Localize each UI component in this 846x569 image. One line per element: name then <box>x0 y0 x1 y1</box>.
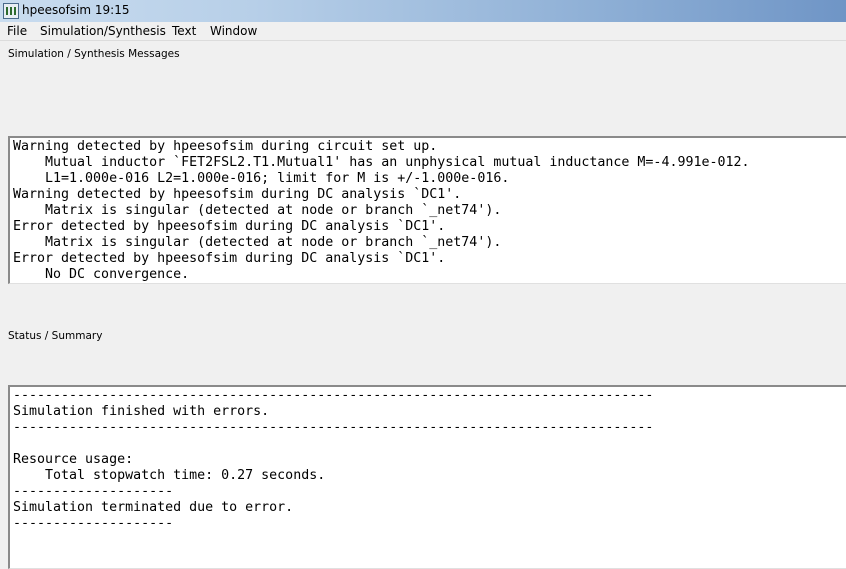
menu-simulation-synthesis[interactable]: Simulation/Synthesis <box>40 24 166 38</box>
menu-text[interactable]: Text <box>172 24 196 38</box>
message-line: Matrix is singular (detected at node or … <box>13 203 502 218</box>
status-line: Simulation finished with errors. <box>13 404 270 419</box>
menu-window[interactable]: Window <box>210 24 257 38</box>
status-line: ----------------------------------------… <box>13 388 654 403</box>
status-label: Status / Summary <box>8 330 103 342</box>
message-line: Warning detected by hpeesofsim during ci… <box>13 139 438 154</box>
status-line: Resource usage: <box>13 452 134 467</box>
menu-file[interactable]: File <box>7 24 27 38</box>
messages-text[interactable]: Warning detected by hpeesofsim during ci… <box>13 139 750 283</box>
status-line: ----------------------------------------… <box>13 420 654 435</box>
menu-bar: File Simulation/Synthesis Text Window <box>0 22 846 41</box>
title-bar[interactable]: hpeesofsim 19:15 <box>0 0 846 22</box>
message-line: L1=1.000e-016 L2=1.000e-016; limit for M… <box>13 171 510 186</box>
message-line: No DC convergence. <box>13 267 190 282</box>
status-line: -------------------- <box>13 516 174 531</box>
status-pane[interactable]: -------------------- --------------------… <box>8 385 846 569</box>
message-line: Mutual inductor `FET2FSL2.T1.Mutual1' ha… <box>13 155 750 170</box>
status-line: -------------------- <box>13 484 174 499</box>
message-line: Error detected by hpeesofsim during DC a… <box>13 251 446 266</box>
status-text[interactable]: -------------------- --------------------… <box>13 388 653 532</box>
message-line: Matrix is singular (detected at node or … <box>13 235 502 250</box>
status-line: Simulation terminated due to error. <box>13 500 294 515</box>
message-line: Error detected by hpeesofsim during DC a… <box>13 219 446 234</box>
message-line: Warning detected by hpeesofsim during DC… <box>13 187 462 202</box>
messages-pane[interactable]: Warning detected by hpeesofsim during ci… <box>8 136 846 284</box>
messages-label: Simulation / Synthesis Messages <box>8 48 180 60</box>
status-line: Total stopwatch time: 0.27 seconds. <box>13 468 326 483</box>
window-title: hpeesofsim 19:15 <box>22 3 130 17</box>
app-icon <box>3 3 19 19</box>
